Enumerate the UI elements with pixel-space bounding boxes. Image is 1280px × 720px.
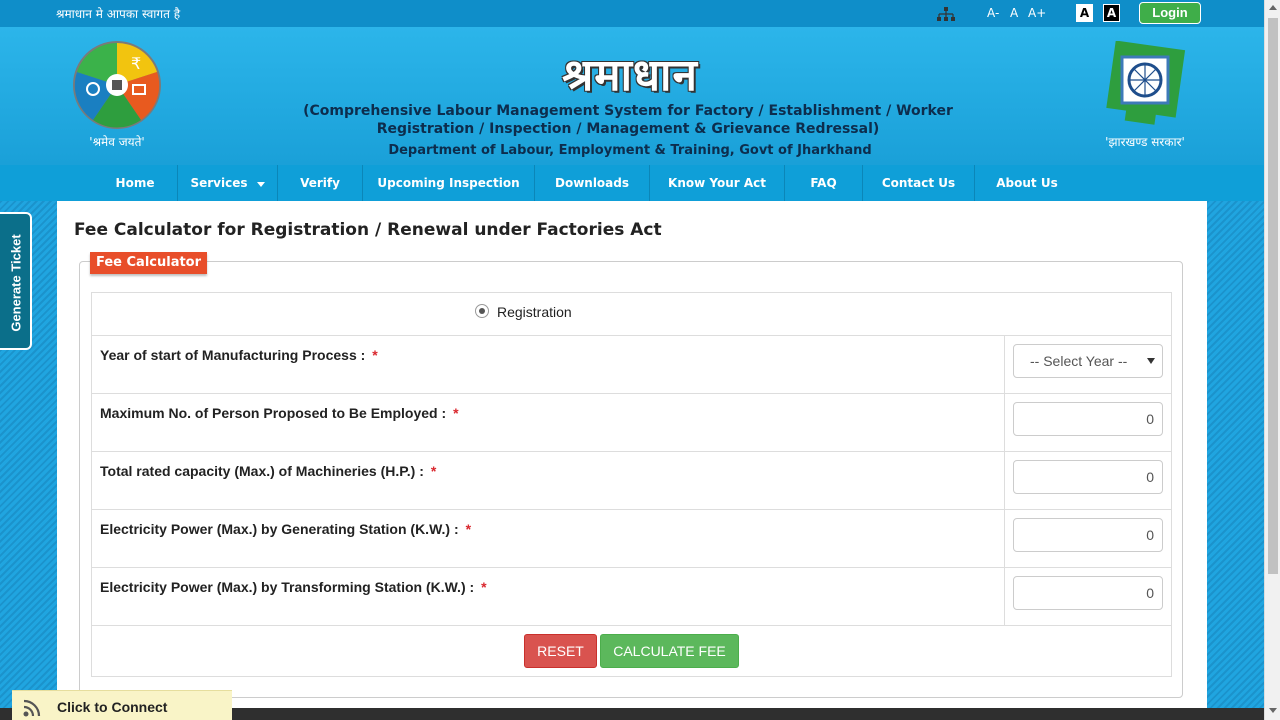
form-row-generating: Electricity Power (Max.) by Generating S… [92,510,1171,568]
brand-title: श्रमाधान [562,50,698,101]
required-marker: * [481,579,487,595]
cell-divider [1004,394,1005,451]
right-pattern [1207,201,1264,708]
welcome-text: श्रमाधान मे आपका स्वागत है [56,7,181,21]
page-scrollbar[interactable] [1264,0,1280,720]
required-marker: * [465,521,472,537]
form-row-transforming: Electricity Power (Max.) by Transforming… [92,568,1171,626]
nav-home[interactable]: Home [93,165,178,201]
form-actions: RESET CALCULATE FEE [92,626,1171,676]
main-content: Fee Calculator for Registration / Renewa… [57,201,1207,708]
cell-divider [1004,452,1005,509]
registration-radio-label[interactable]: Registration [497,304,572,320]
registration-radio[interactable] [475,304,489,318]
click-to-connect-widget[interactable]: Click to Connect [12,690,232,720]
nav-services[interactable]: Services [178,165,278,201]
cell-divider [1004,568,1005,625]
font-increase-button[interactable]: A+ [1028,6,1046,20]
scroll-up-arrow-icon[interactable] [1269,5,1277,10]
chevron-down-icon [256,182,265,187]
sitemap-icon[interactable] [937,7,955,21]
contrast-white-button[interactable]: A [1076,4,1093,22]
form-row-machinery: Total rated capacity (Max.) of Machineri… [92,452,1171,510]
fee-calculator-legend: Fee Calculator [90,252,208,274]
persons-label: Maximum No. of Person Proposed to Be Emp… [100,405,459,421]
site-header: ₹ 'श्रमेव जयते' श्रमाधान (Comprehensive … [0,27,1264,165]
nav-upcoming-inspection[interactable]: Upcoming Inspection [363,165,535,201]
rss-icon [23,699,41,717]
ashoka-emblem-icon [1106,41,1186,125]
generating-kw-label: Electricity Power (Max.) by Generating S… [100,521,472,537]
nav-contact-us[interactable]: Contact Us [863,165,975,201]
machinery-hp-label: Total rated capacity (Max.) of Machineri… [100,463,437,479]
main-nav: Home Services Verify Upcoming Inspection… [0,165,1264,201]
registration-radio-row: Registration [92,293,1171,336]
required-marker: * [453,405,459,421]
generate-ticket-tab[interactable]: Generate Ticket [0,212,32,350]
scroll-down-arrow-icon[interactable] [1269,708,1277,713]
form-row-persons: Maximum No. of Person Proposed to Be Emp… [92,394,1171,452]
fee-form: Registration Year of start of Manufactur… [91,292,1172,677]
generating-kw-input[interactable]: 0 [1013,518,1163,552]
font-normal-button[interactable]: A [1010,6,1018,20]
required-marker: * [430,463,437,479]
cell-divider [1004,510,1005,567]
calculate-fee-button[interactable]: CALCULATE FEE [600,634,739,668]
header-subtitle: (Comprehensive Labour Management System … [303,103,953,137]
nav-services-label: Services [190,176,248,190]
dropdown-arrow-icon [1147,358,1155,364]
select-year-dropdown[interactable]: -- Select Year -- [1013,344,1163,378]
click-to-connect-label: Click to Connect [57,699,168,715]
required-marker: * [372,347,378,363]
right-logo-caption: 'झारखण्ड सरकार' [1105,135,1185,149]
nav-downloads[interactable]: Downloads [535,165,650,201]
left-logo-caption: 'श्रमेव जयते' [89,135,145,149]
reset-button[interactable]: RESET [524,634,597,668]
select-year-value: -- Select Year -- [1030,353,1128,369]
login-button[interactable]: Login [1139,2,1201,24]
nav-faq[interactable]: FAQ [785,165,863,201]
nav-know-your-act[interactable]: Know Your Act [650,165,785,201]
machinery-hp-input[interactable]: 0 [1013,460,1163,494]
department-name: Department of Labour, Employment & Train… [388,143,872,158]
page-title: Fee Calculator for Registration / Renewa… [74,220,662,240]
form-row-year: Year of start of Manufacturing Process :… [92,336,1171,394]
cell-divider [1004,336,1005,393]
top-bar: श्रमाधान मे आपका स्वागत है A- A A+ A A L… [0,0,1264,27]
nav-about-us[interactable]: About Us [975,165,1079,201]
svg-text:₹: ₹ [131,54,141,73]
shramev-jayate-logo[interactable]: ₹ [71,39,163,131]
contrast-black-button[interactable]: A [1103,4,1120,22]
transforming-kw-label: Electricity Power (Max.) by Transforming… [100,579,487,595]
nav-verify[interactable]: Verify [278,165,363,201]
font-decrease-button[interactable]: A- [987,6,999,20]
year-label: Year of start of Manufacturing Process :… [100,347,378,363]
persons-input[interactable]: 0 [1013,402,1163,436]
scrollbar-thumb[interactable] [1268,18,1278,574]
transforming-kw-input[interactable]: 0 [1013,576,1163,610]
generate-ticket-label: Generate Ticket [8,234,24,332]
